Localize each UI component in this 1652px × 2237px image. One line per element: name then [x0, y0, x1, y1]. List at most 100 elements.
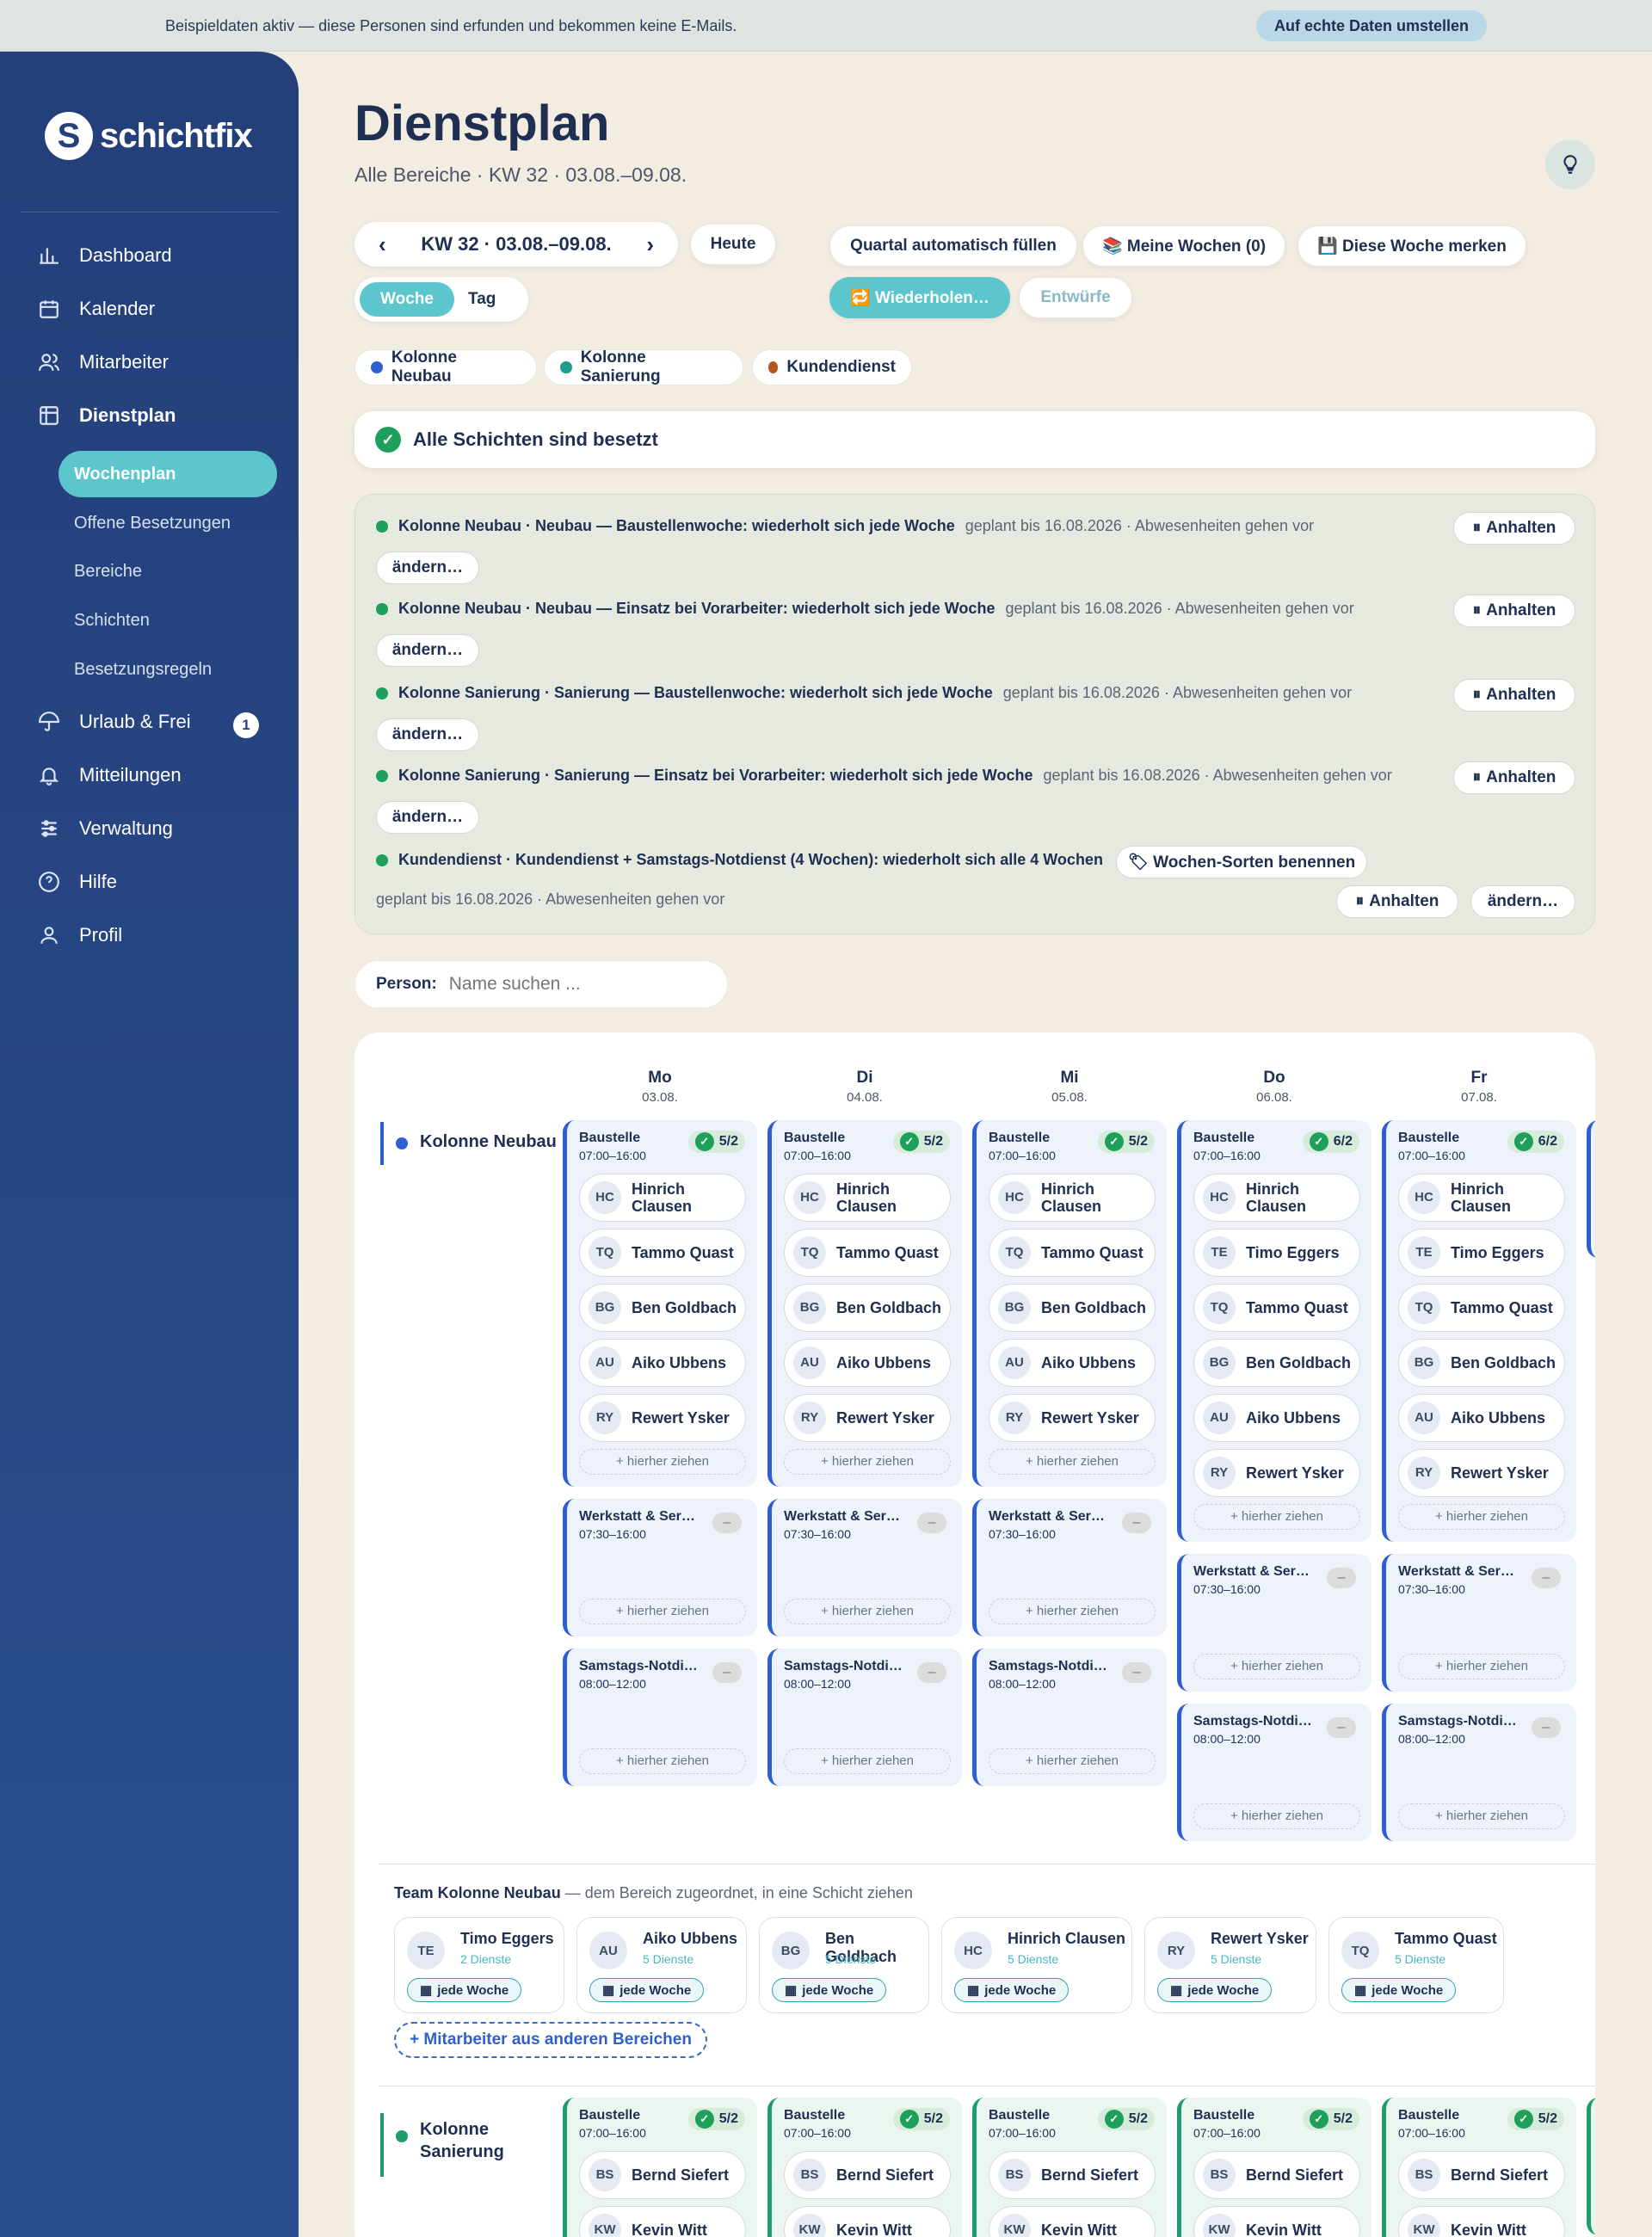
name-week-types-button[interactable]: 🏷 Wochen-Sorten benennen — [1116, 846, 1367, 878]
drop-zone[interactable]: + hierher ziehen — [989, 1748, 1156, 1774]
employee-chip[interactable]: RY Rewert Ysker — [579, 1394, 746, 1442]
drop-zone[interactable]: + hierher ziehen — [579, 1449, 746, 1475]
employee-chip[interactable]: AU Aiko Ubbens — [1193, 1394, 1360, 1442]
drop-zone[interactable]: + hierher ziehen — [1193, 1803, 1360, 1829]
employee-chip[interactable]: HC Hinrich Clausen — [579, 1174, 746, 1222]
employee-chip[interactable]: BS Bernd Siefert — [1193, 2151, 1360, 2199]
employee-chip[interactable]: TQ Tammo Quast — [784, 1229, 951, 1277]
employee-chip[interactable]: TQ Tammo Quast — [1193, 1284, 1360, 1332]
drop-zone[interactable]: + hierher ziehen — [1398, 1803, 1565, 1829]
team-member-card[interactable]: HC Hinrich Clausen 5 Dienste ▦ jede Woche — [941, 1917, 1132, 2013]
employee-chip[interactable]: TQ Tammo Quast — [579, 1229, 746, 1277]
subnav-bereiche[interactable]: Bereiche — [59, 548, 277, 595]
employee-chip[interactable]: KW Kevin Witt — [1398, 2206, 1565, 2237]
tips-button[interactable] — [1545, 139, 1595, 189]
drop-zone[interactable]: + hierher ziehen — [784, 1449, 951, 1475]
switch-real-data-button[interactable]: Auf echte Daten umstellen — [1256, 10, 1487, 41]
repeat-button[interactable]: 🔁 Wiederholen… — [829, 277, 1010, 318]
view-day-button[interactable]: Tag — [468, 282, 520, 317]
employee-chip[interactable]: AU Aiko Ubbens — [784, 1339, 951, 1387]
employee-chip[interactable]: HC Hinrich Clausen — [1398, 1174, 1565, 1222]
sidebar-item-mitteilungen[interactable]: Mitteilungen — [38, 764, 182, 786]
subnav-wochenplan[interactable]: Wochenplan — [59, 451, 277, 497]
employee-chip[interactable]: BS Bernd Siefert — [1398, 2151, 1565, 2199]
drafts-button[interactable]: Entwürfe — [1019, 277, 1132, 318]
change-rule-button[interactable]: ändern… — [376, 801, 479, 834]
employee-chip[interactable]: KW Kevin Witt — [784, 2206, 951, 2237]
team-member-card[interactable]: BG Ben Goldbach 5 Dienste ▦ jede Woche — [759, 1917, 929, 2013]
drop-zone[interactable]: + hierher ziehen — [784, 1748, 951, 1774]
app-logo[interactable]: S schichtfix — [45, 112, 253, 160]
legend-item-kundendienst[interactable]: Kundendienst — [752, 349, 912, 385]
pause-button[interactable]: ⏸ Anhalten — [1453, 761, 1575, 794]
sidebar-item-dashboard[interactable]: Dashboard — [38, 244, 172, 267]
employee-chip[interactable]: HC Hinrich Clausen — [1193, 1174, 1360, 1222]
employee-chip[interactable]: BS Bernd Siefert — [784, 2151, 951, 2199]
sidebar-item-mitarbeiter[interactable]: Mitarbeiter — [38, 351, 169, 373]
chevron-left-icon[interactable]: ‹ — [379, 231, 386, 258]
employee-chip[interactable]: TQ Tammo Quast — [989, 1229, 1156, 1277]
sidebar-item-urlaub[interactable]: Urlaub & Frei — [38, 711, 191, 733]
employee-chip[interactable]: BG Ben Goldbach — [1398, 1339, 1565, 1387]
pause-button[interactable]: ⏸ Anhalten — [1453, 595, 1575, 627]
subnav-offene-besetzungen[interactable]: Offene Besetzungen — [59, 500, 277, 546]
drop-zone[interactable]: + hierher ziehen — [1193, 1504, 1360, 1530]
employee-chip[interactable]: RY Rewert Ysker — [989, 1394, 1156, 1442]
change-rule-button[interactable]: ändern… — [376, 634, 479, 667]
pause-button[interactable]: ⏸ Anhalten — [1453, 679, 1575, 712]
drop-zone[interactable]: + hierher ziehen — [579, 1599, 746, 1624]
sidebar-item-kalender[interactable]: Kalender — [38, 298, 155, 320]
drop-zone[interactable]: + hierher ziehen — [989, 1599, 1156, 1624]
pause-button[interactable]: ⏸ Anhalten — [1453, 512, 1575, 545]
pause-button[interactable]: ⏸ Anhalten — [1336, 885, 1458, 918]
my-weeks-button[interactable]: 📚 Meine Wochen (0) — [1082, 225, 1285, 267]
person-search-input[interactable] — [448, 974, 707, 995]
drop-zone[interactable]: + hierher ziehen — [579, 1748, 746, 1774]
employee-chip[interactable]: KW Kevin Witt — [579, 2206, 746, 2237]
employee-chip[interactable]: BG Ben Goldbach — [784, 1284, 951, 1332]
employee-chip[interactable]: TE Timo Eggers — [1398, 1229, 1565, 1277]
employee-chip[interactable]: AU Aiko Ubbens — [579, 1339, 746, 1387]
employee-chip[interactable]: BG Ben Goldbach — [579, 1284, 746, 1332]
legend-item-sanierung[interactable]: Kolonne Sanierung — [544, 348, 743, 385]
chevron-right-icon[interactable]: › — [646, 231, 654, 258]
change-rule-button[interactable]: ändern… — [376, 552, 479, 584]
employee-chip[interactable]: RY Rewert Ysker — [784, 1394, 951, 1442]
employee-chip[interactable]: BG Ben Goldbach — [989, 1284, 1156, 1332]
drop-zone[interactable]: + hierher ziehen — [1398, 1504, 1565, 1530]
employee-chip[interactable]: RY Rewert Ysker — [1398, 1449, 1565, 1497]
sidebar-item-dienstplan[interactable]: Dienstplan — [38, 404, 176, 427]
sidebar-item-verwaltung[interactable]: Verwaltung — [38, 817, 173, 840]
team-member-card[interactable]: TQ Tammo Quast 5 Dienste ▦ jede Woche — [1328, 1917, 1504, 2013]
employee-chip[interactable]: BS Bernd Siefert — [579, 2151, 746, 2199]
subnav-besetzungsregeln[interactable]: Besetzungsregeln — [59, 646, 277, 693]
employee-chip[interactable]: KW Kevin Witt — [1193, 2206, 1360, 2237]
change-rule-button[interactable]: ändern… — [1470, 885, 1575, 918]
employee-chip[interactable]: AU Aiko Ubbens — [1398, 1394, 1565, 1442]
drop-zone[interactable]: + hierher ziehen — [784, 1599, 951, 1624]
drop-zone[interactable]: + hierher ziehen — [1398, 1654, 1565, 1679]
employee-chip[interactable]: TE Timo Eggers — [1193, 1229, 1360, 1277]
drop-zone[interactable]: + hierher ziehen — [1193, 1654, 1360, 1679]
sidebar-item-profil[interactable]: Profil — [38, 924, 122, 946]
employee-chip[interactable]: HC Hinrich Clausen — [784, 1174, 951, 1222]
drop-zone[interactable]: + hierher ziehen — [989, 1449, 1156, 1475]
employee-chip[interactable]: KW Kevin Witt — [989, 2206, 1156, 2237]
employee-chip[interactable]: BS Bernd Siefert — [989, 2151, 1156, 2199]
team-member-card[interactable]: RY Rewert Ysker 5 Dienste ▦ jede Woche — [1144, 1917, 1316, 2013]
sidebar-item-hilfe[interactable]: Hilfe — [38, 871, 117, 893]
today-button[interactable]: Heute — [690, 224, 776, 265]
employee-chip[interactable]: BG Ben Goldbach — [1193, 1339, 1360, 1387]
change-rule-button[interactable]: ändern… — [376, 718, 479, 751]
employee-chip[interactable]: RY Rewert Ysker — [1193, 1449, 1360, 1497]
legend-item-neubau[interactable]: Kolonne Neubau — [354, 348, 537, 385]
employee-chip[interactable]: HC Hinrich Clausen — [989, 1174, 1156, 1222]
team-member-card[interactable]: AU Aiko Ubbens 5 Dienste ▦ jede Woche — [576, 1917, 747, 2013]
view-week-button[interactable]: Woche — [360, 282, 454, 317]
fill-quarter-button[interactable]: Quartal automatisch füllen — [829, 225, 1077, 267]
employee-chip[interactable]: AU Aiko Ubbens — [989, 1339, 1156, 1387]
employee-chip[interactable]: TQ Tammo Quast — [1398, 1284, 1565, 1332]
remember-week-button[interactable]: 💾 Diese Woche merken — [1298, 225, 1526, 267]
add-from-other-areas-button[interactable]: + Mitarbeiter aus anderen Bereichen — [394, 2022, 707, 2058]
subnav-schichten[interactable]: Schichten — [59, 597, 277, 644]
